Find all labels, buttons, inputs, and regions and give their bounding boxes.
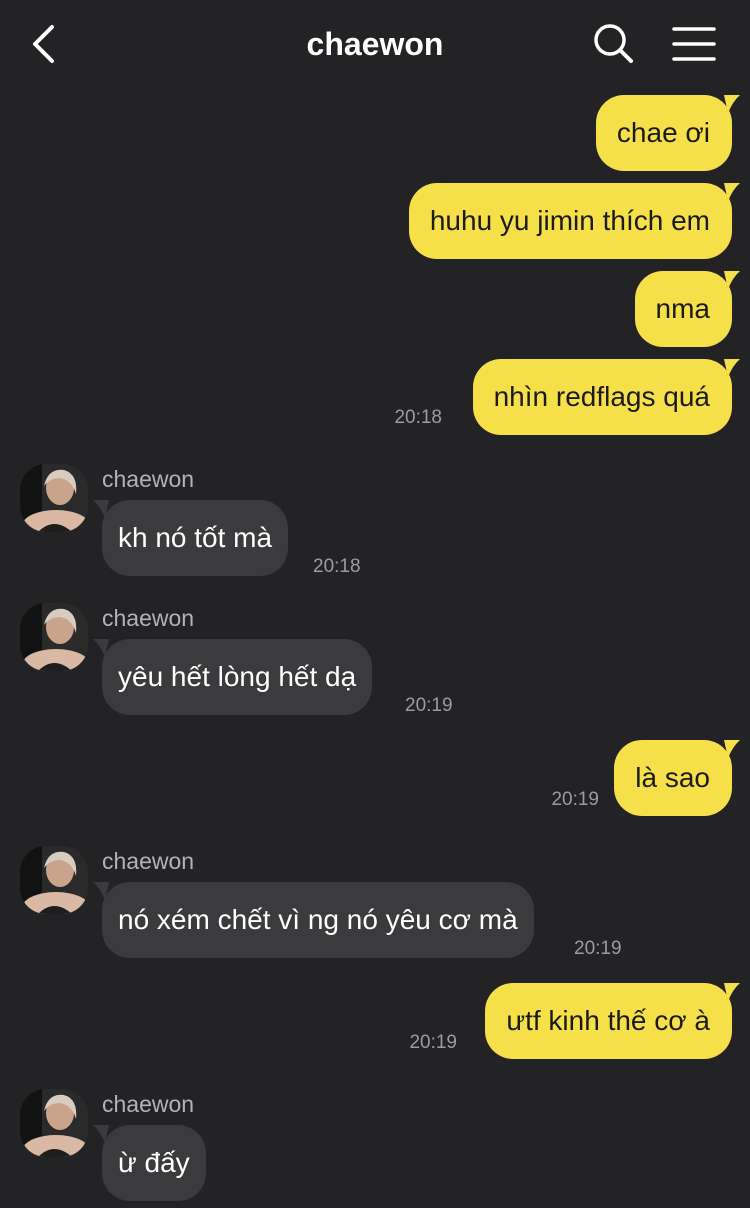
message-timestamp: 20:19 <box>409 1032 457 1053</box>
avatar[interactable] <box>20 603 88 671</box>
message-text: nhìn redflags quá <box>493 381 710 412</box>
avatar[interactable] <box>20 1089 88 1157</box>
search-button[interactable] <box>592 22 636 66</box>
chat-header: chaewon <box>0 0 750 90</box>
avatar-photo <box>20 846 88 914</box>
message-timestamp: 20:19 <box>574 938 622 959</box>
message-timestamp: 20:19 <box>405 695 453 716</box>
message-timestamp: 20:18 <box>394 407 442 428</box>
avatar[interactable] <box>20 464 88 532</box>
outgoing-message-bubble[interactable]: nma <box>634 271 740 347</box>
incoming-message-bubble[interactable]: nó xém chết vì ng nó yêu cơ mà <box>93 882 534 958</box>
avatar-photo <box>20 1089 88 1157</box>
menu-button[interactable] <box>670 22 718 66</box>
bubble-tail-icon <box>93 882 109 900</box>
outgoing-message-bubble[interactable]: huhu yu jimin thích em <box>408 183 740 259</box>
outgoing-message-bubble[interactable]: là sao <box>614 740 740 816</box>
incoming-message-bubble[interactable]: kh nó tốt mà <box>93 500 289 576</box>
bubble-tail-icon <box>724 359 740 377</box>
message-text: ưtf kinh thế cơ à <box>506 1005 710 1036</box>
avatar-photo <box>20 603 88 671</box>
message-text: nó xém chết vì ng nó yêu cơ mà <box>118 904 518 935</box>
avatar-photo <box>20 464 88 532</box>
message-text: là sao <box>635 762 710 793</box>
bubble-tail-icon <box>724 271 740 289</box>
bubble-tail-icon <box>93 1125 109 1143</box>
incoming-message-bubble[interactable]: yêu hết lòng hết dạ <box>93 639 373 715</box>
chevron-left-icon <box>33 25 54 63</box>
bubble-tail-icon <box>724 95 740 113</box>
search-icon <box>594 24 633 63</box>
back-button[interactable] <box>26 22 66 66</box>
message-timestamp: 20:19 <box>551 789 599 810</box>
bubble-tail-icon <box>93 500 109 518</box>
sender-name: chaewon <box>102 1091 195 1117</box>
message-text: ừ đấy <box>118 1147 190 1178</box>
bubble-tail-icon <box>724 983 740 1001</box>
message-timestamp: 20:18 <box>313 556 361 577</box>
bubble-tail-icon <box>93 639 109 657</box>
hamburger-menu-icon <box>672 27 716 61</box>
message-text: nma <box>655 293 710 324</box>
bubble-tail-icon <box>724 740 740 758</box>
outgoing-message-bubble[interactable]: chae ơi <box>595 95 740 171</box>
sender-name: chaewon <box>102 848 195 874</box>
outgoing-message-bubble[interactable]: nhìn redflags quá <box>472 359 740 435</box>
message-text: huhu yu jimin thích em <box>429 205 710 236</box>
bubble-tail-icon <box>724 183 740 201</box>
avatar[interactable] <box>20 846 88 914</box>
message-text: kh nó tốt mà <box>118 522 273 553</box>
chat-title: chaewon <box>306 26 444 62</box>
message-text: chae ơi <box>616 117 710 148</box>
sender-name: chaewon <box>102 466 195 492</box>
incoming-message-bubble[interactable]: ừ đấy <box>93 1125 206 1201</box>
outgoing-message-bubble[interactable]: ưtf kinh thế cơ à <box>485 983 740 1059</box>
sender-name: chaewon <box>102 605 195 631</box>
message-text: yêu hết lòng hết dạ <box>118 661 357 692</box>
